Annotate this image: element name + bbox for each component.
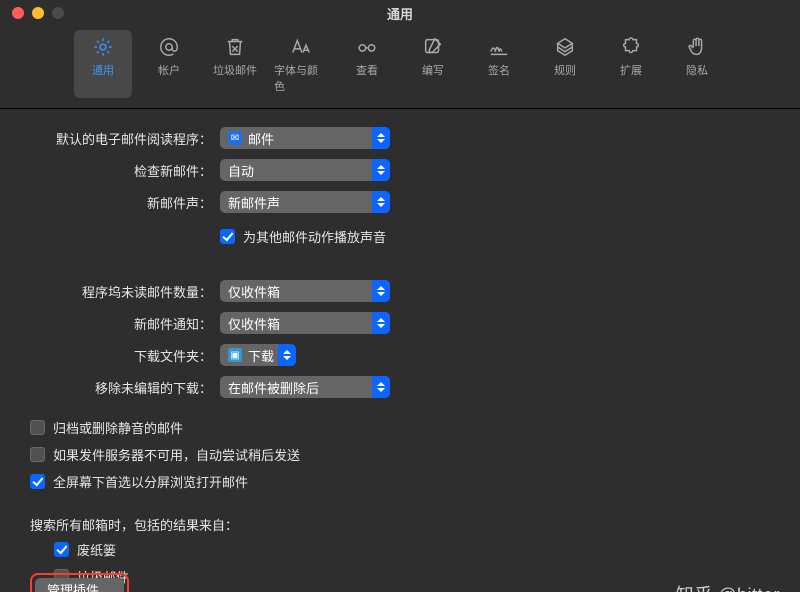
- new-mail-notify-select[interactable]: 仅收件箱: [220, 312, 390, 334]
- tab-label: 字体与颜色: [274, 62, 328, 94]
- split-view-checkbox[interactable]: [30, 474, 45, 489]
- tab-label: 垃圾邮件: [213, 62, 257, 78]
- select-value: 邮件: [248, 129, 274, 148]
- tab-rules[interactable]: 规则: [536, 30, 594, 98]
- checkbox-label: 为其他邮件动作播放声音: [243, 227, 386, 246]
- stepper-arrows-icon: [372, 127, 390, 149]
- tab-label: 查看: [356, 62, 378, 78]
- at-sign-icon: [158, 36, 180, 58]
- tab-composing[interactable]: 编写: [404, 30, 462, 98]
- select-value: 自动: [228, 161, 254, 180]
- preferences-toolbar: 通用 帐户 垃圾邮件 字体与颜色 查看 编写 签名 规则 扩展 隐私: [0, 26, 800, 109]
- stepper-arrows-icon: [372, 159, 390, 181]
- tab-label: 签名: [488, 62, 510, 78]
- row-new-mail-notify: 新邮件通知： 仅收件箱: [30, 312, 770, 334]
- tab-junk[interactable]: 垃圾邮件: [206, 30, 264, 98]
- check-new-mail-select[interactable]: 自动: [220, 159, 390, 181]
- label: 新邮件通知：: [30, 314, 220, 333]
- default-reader-select[interactable]: ✉ 邮件: [220, 127, 390, 149]
- content-area: 默认的电子邮件阅读程序： ✉ 邮件 检查新邮件： 自动 新邮件声： 新邮件声: [0, 109, 800, 592]
- manage-plugins-button[interactable]: 管理插件…: [35, 578, 124, 592]
- retry-later-checkbox[interactable]: [30, 447, 45, 462]
- window-title: 通用: [0, 4, 800, 23]
- stepper-arrows-icon: [278, 344, 296, 366]
- row-remove-downloads: 移除未编辑的下载： 在邮件被删除后: [30, 376, 770, 398]
- search-heading: 搜索所有邮箱时，包括的结果来自：: [30, 515, 770, 534]
- select-value: 仅收件箱: [228, 282, 280, 301]
- font-icon: [290, 36, 312, 58]
- tab-accounts[interactable]: 帐户: [140, 30, 198, 98]
- checkbox-label: 全屏幕下首选以分屏浏览打开邮件: [53, 472, 248, 491]
- downloads-folder-select[interactable]: ▣ 下载: [220, 344, 296, 366]
- tab-label: 编写: [422, 62, 444, 78]
- row-default-reader: 默认的电子邮件阅读程序： ✉ 邮件: [30, 127, 770, 149]
- highlight-annotation: 管理插件…: [30, 573, 129, 592]
- tab-fonts[interactable]: 字体与颜色: [272, 30, 330, 98]
- row-archive-mute: 归档或删除静音的邮件: [30, 418, 770, 437]
- row-split-view: 全屏幕下首选以分屏浏览打开邮件: [30, 472, 770, 491]
- label: 移除未编辑的下载：: [30, 378, 220, 397]
- compose-icon: [422, 36, 444, 58]
- select-value: 仅收件箱: [228, 314, 280, 333]
- label: 下载文件夹：: [30, 346, 220, 365]
- tab-label: 扩展: [620, 62, 642, 78]
- tab-viewing[interactable]: 查看: [338, 30, 396, 98]
- checkbox-label: 如果发件服务器不可用，自动尝试稍后发送: [53, 445, 300, 464]
- tab-general[interactable]: 通用: [74, 30, 132, 98]
- tab-label: 通用: [92, 62, 114, 78]
- tab-label: 规则: [554, 62, 576, 78]
- label: 程序坞未读邮件数量：: [30, 282, 220, 301]
- new-mail-sound-select[interactable]: 新邮件声: [220, 191, 390, 213]
- select-value: 在邮件被删除后: [228, 378, 319, 397]
- stepper-arrows-icon: [372, 312, 390, 334]
- label: 默认的电子邮件阅读程序：: [30, 129, 220, 148]
- play-sound-other-checkbox[interactable]: [220, 229, 235, 244]
- label: 检查新邮件：: [30, 161, 220, 180]
- tab-extensions[interactable]: 扩展: [602, 30, 660, 98]
- tab-signatures[interactable]: 签名: [470, 30, 528, 98]
- window-titlebar: 通用: [0, 0, 800, 26]
- search-trash-checkbox[interactable]: [54, 542, 69, 557]
- dock-count-select[interactable]: 仅收件箱: [220, 280, 390, 302]
- row-dock-count: 程序坞未读邮件数量： 仅收件箱: [30, 280, 770, 302]
- stepper-arrows-icon: [372, 280, 390, 302]
- checkbox-label: 废纸篓: [77, 540, 116, 559]
- mail-app-icon: ✉: [228, 131, 242, 145]
- label: 新邮件声：: [30, 193, 220, 212]
- signature-icon: [488, 36, 510, 58]
- tab-privacy[interactable]: 隐私: [668, 30, 726, 98]
- row-search-junk: 垃圾邮件: [54, 567, 770, 586]
- stepper-arrows-icon: [372, 191, 390, 213]
- select-value: 新邮件声: [228, 193, 280, 212]
- row-play-sound-other: 为其他邮件动作播放声音: [30, 223, 770, 254]
- tab-label: 隐私: [686, 62, 708, 78]
- stepper-arrows-icon: [372, 376, 390, 398]
- rules-icon: [554, 36, 576, 58]
- glasses-icon: [356, 36, 378, 58]
- row-search-trash: 废纸篓: [54, 540, 770, 559]
- row-check-new-mail: 检查新邮件： 自动: [30, 159, 770, 181]
- puzzle-icon: [620, 36, 642, 58]
- gear-icon: [92, 36, 114, 58]
- button-label: 管理插件…: [47, 580, 112, 592]
- row-new-mail-sound: 新邮件声： 新邮件声: [30, 191, 770, 213]
- hand-icon: [686, 36, 708, 58]
- archive-mute-checkbox[interactable]: [30, 420, 45, 435]
- remove-downloads-select[interactable]: 在邮件被删除后: [220, 376, 390, 398]
- select-value: 下载: [248, 346, 274, 365]
- row-retry-later: 如果发件服务器不可用，自动尝试稍后发送: [30, 445, 770, 464]
- tab-label: 帐户: [158, 62, 180, 78]
- row-downloads-folder: 下载文件夹： ▣ 下载: [30, 344, 770, 366]
- trash-icon: [224, 36, 246, 58]
- folder-icon: ▣: [228, 348, 242, 362]
- checkbox-label: 归档或删除静音的邮件: [53, 418, 183, 437]
